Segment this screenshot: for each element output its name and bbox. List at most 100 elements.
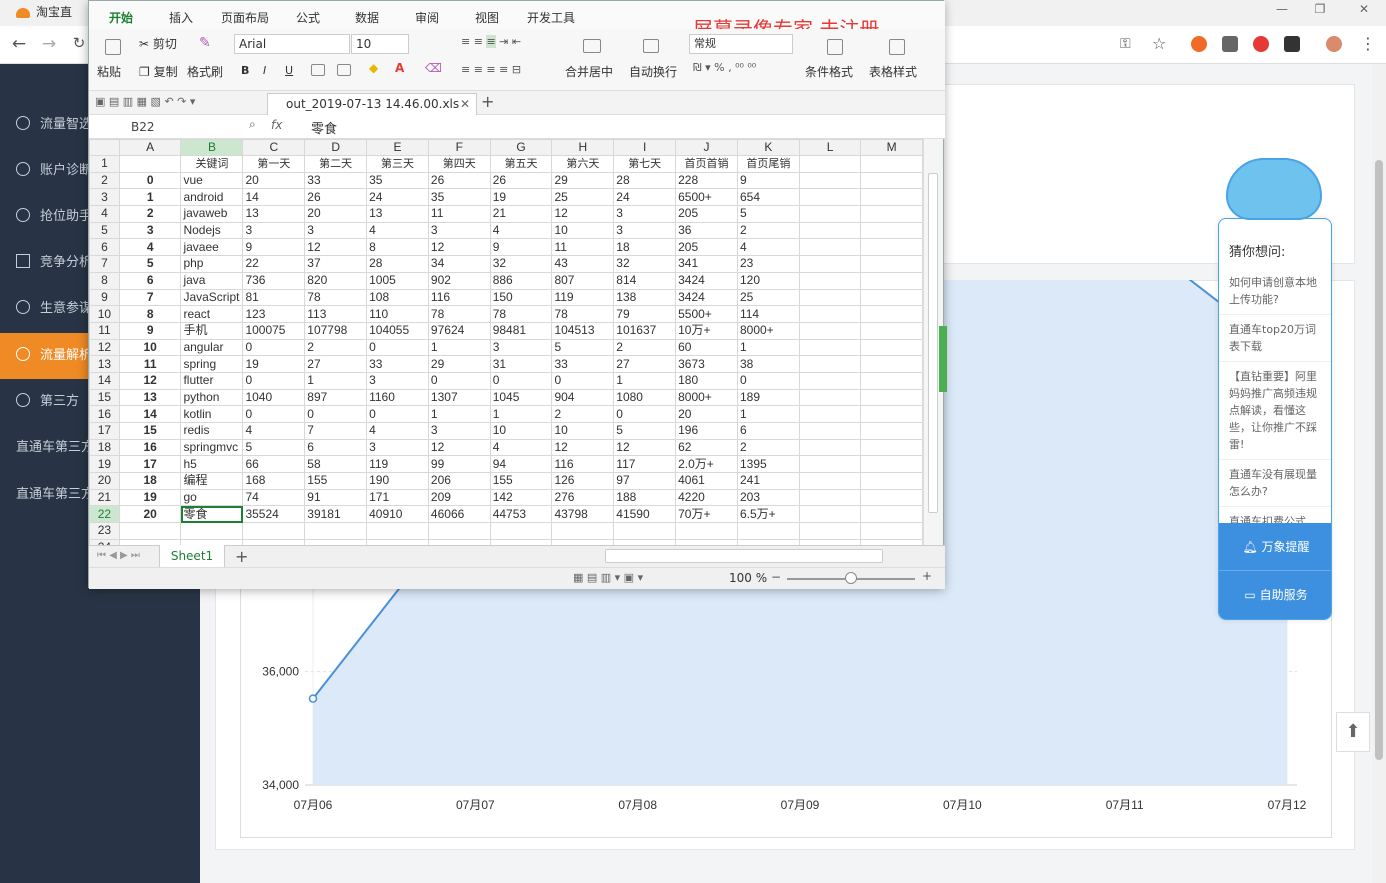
cell[interactable]: 241 xyxy=(736,472,800,490)
cell[interactable]: 180 xyxy=(675,371,738,390)
cell[interactable] xyxy=(366,522,429,540)
cell[interactable]: 首页尾销 xyxy=(736,155,800,173)
column-header[interactable]: H xyxy=(551,139,615,156)
cell[interactable]: 3 xyxy=(427,422,491,440)
cell[interactable] xyxy=(860,205,923,223)
cell[interactable]: 26 xyxy=(304,188,368,207)
cell[interactable]: 31 xyxy=(489,355,553,373)
cell[interactable]: 33 xyxy=(366,355,429,373)
cell[interactable] xyxy=(798,505,862,524)
cell[interactable]: 3 xyxy=(366,438,429,457)
cell[interactable] xyxy=(551,522,615,540)
cell[interactable]: 14 xyxy=(242,188,306,207)
cell[interactable]: 205 xyxy=(675,238,738,257)
cell[interactable]: 16 xyxy=(118,438,182,457)
page-scrollbar-thumb[interactable] xyxy=(1375,160,1383,760)
zoom-in-icon[interactable]: + xyxy=(922,569,932,583)
row-header[interactable]: 4 xyxy=(89,205,120,223)
cell[interactable]: 155 xyxy=(489,472,553,490)
cell[interactable]: 关键词 xyxy=(180,155,244,173)
cell[interactable]: 0 xyxy=(736,371,800,390)
italic-icon[interactable]: I xyxy=(263,64,266,77)
tab-data[interactable]: 数据 xyxy=(355,9,379,26)
cell[interactable]: 902 xyxy=(427,271,491,290)
cell[interactable]: vue xyxy=(180,171,244,190)
cell[interactable]: 13 xyxy=(118,388,182,407)
cell[interactable]: 0 xyxy=(304,405,368,423)
row-header[interactable]: 13 xyxy=(89,355,120,373)
cell[interactable]: 3 xyxy=(613,221,677,240)
cell[interactable]: 736 xyxy=(242,271,306,290)
cell[interactable]: 1 xyxy=(736,338,800,357)
cell[interactable]: 78 xyxy=(304,288,368,307)
cell[interactable] xyxy=(798,171,862,190)
clear-format-icon[interactable]: ⌫ xyxy=(425,61,442,75)
cell[interactable]: 14 xyxy=(118,405,182,423)
cell[interactable]: 886 xyxy=(489,271,553,290)
cell[interactable]: 8000+ xyxy=(675,388,738,407)
cell[interactable] xyxy=(427,522,491,540)
cell[interactable]: 119 xyxy=(366,455,429,474)
cell[interactable]: 35524 xyxy=(242,505,306,524)
cell[interactable]: 19 xyxy=(242,355,306,373)
cell[interactable]: 119 xyxy=(551,288,615,307)
cell[interactable]: 58 xyxy=(304,455,368,474)
column-header[interactable]: I xyxy=(613,139,677,156)
number-format-select[interactable]: 常规 xyxy=(689,34,793,54)
quick-access-icons[interactable]: ▣ ▤ ▥ ▦ ▧ ↶ ↷ ▾ xyxy=(95,95,195,108)
formula-input[interactable]: 零食 xyxy=(311,118,337,137)
cell[interactable]: 6 xyxy=(736,422,800,440)
cell[interactable]: 0 xyxy=(242,405,306,423)
align-left-icon[interactable]: ≡ ≡ ≡ ≡ ⊟ xyxy=(461,63,521,76)
cell[interactable] xyxy=(860,455,923,474)
cell[interactable]: 13 xyxy=(242,205,306,223)
cell[interactable]: 9 xyxy=(489,238,553,257)
close-file-icon[interactable]: ✕ xyxy=(460,94,470,114)
column-header[interactable]: G xyxy=(489,139,553,156)
row-header[interactable]: 6 xyxy=(89,238,120,257)
cell[interactable]: 2 xyxy=(736,221,800,240)
cell[interactable]: 第六天 xyxy=(551,155,615,173)
cell[interactable]: 123 xyxy=(242,305,306,323)
menu-kebab-icon[interactable]: ⋮ xyxy=(1360,34,1376,53)
row-header[interactable]: 5 xyxy=(89,221,120,240)
cell[interactable]: 5 xyxy=(551,338,615,357)
cell[interactable]: 35 xyxy=(427,188,491,207)
cell[interactable] xyxy=(798,288,862,307)
cell[interactable]: 手机 xyxy=(180,321,244,340)
cell[interactable]: 44753 xyxy=(489,505,553,524)
cell[interactable]: 814 xyxy=(613,271,677,290)
paste-button[interactable]: 粘贴 xyxy=(97,63,121,80)
tab-page-layout[interactable]: 页面布局 xyxy=(221,9,269,26)
row-header[interactable]: 12 xyxy=(89,338,120,357)
cell[interactable]: react xyxy=(180,305,244,323)
cell[interactable]: 104055 xyxy=(366,321,429,340)
cell[interactable]: 79 xyxy=(613,305,677,323)
column-header[interactable]: A xyxy=(118,139,182,156)
download-extension-icon[interactable] xyxy=(1222,36,1238,52)
cell[interactable] xyxy=(860,488,923,507)
cell[interactable]: 23 xyxy=(736,255,800,273)
cell[interactable]: 1 xyxy=(427,338,491,357)
cell[interactable] xyxy=(798,305,862,323)
conditional-format-button[interactable]: 条件格式 xyxy=(805,63,853,80)
row-header[interactable]: 8 xyxy=(89,271,120,290)
cell[interactable]: 2.0万+ xyxy=(675,455,738,474)
cell[interactable]: 46066 xyxy=(427,505,491,524)
cell[interactable]: 114 xyxy=(736,305,800,323)
cell[interactable]: 43 xyxy=(551,255,615,273)
cell[interactable]: 2 xyxy=(118,205,182,223)
row-header[interactable]: 9 xyxy=(89,288,120,307)
forward-icon[interactable]: → xyxy=(38,34,60,54)
close-window-icon[interactable]: ✕ xyxy=(1352,0,1376,18)
cell[interactable]: 138 xyxy=(613,288,677,307)
cell[interactable]: 113 xyxy=(304,305,368,323)
column-header[interactable]: B xyxy=(180,139,244,156)
cell[interactable]: 78 xyxy=(489,305,553,323)
fx-label[interactable]: fx xyxy=(271,118,282,132)
cut-button[interactable]: ✂ 剪切 xyxy=(139,35,177,52)
cell[interactable] xyxy=(860,355,923,373)
row-header[interactable]: 14 xyxy=(89,371,120,390)
cell[interactable]: 13 xyxy=(366,205,429,223)
cell[interactable]: 8000+ xyxy=(736,321,800,340)
